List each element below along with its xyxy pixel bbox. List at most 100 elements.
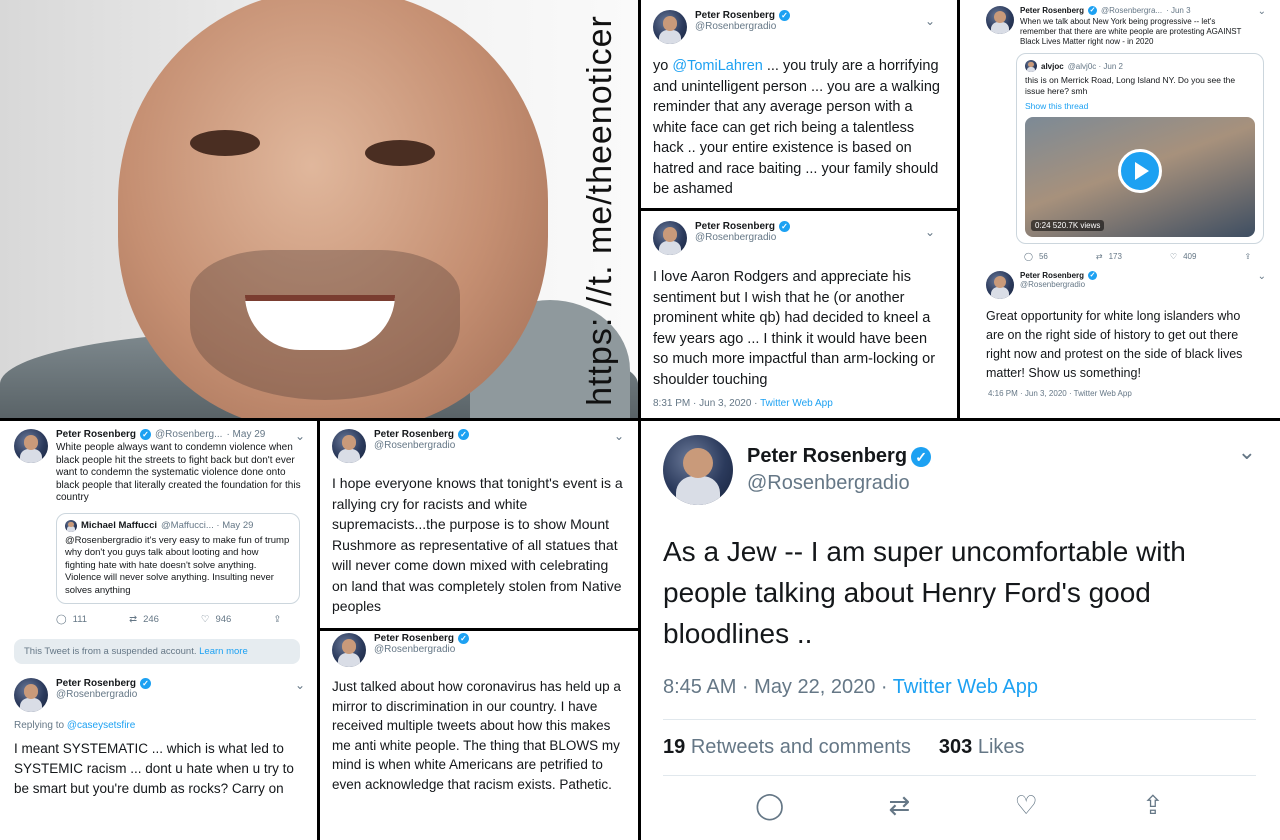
chevron-down-icon[interactable]: ⌄ bbox=[295, 429, 305, 443]
verified-icon: ✓ bbox=[458, 633, 470, 644]
likes-stat[interactable]: 303 Likes bbox=[939, 736, 1025, 759]
quote-handle[interactable]: @Maffucci... · May 29 bbox=[161, 520, 253, 531]
author-handle[interactable]: @Rosenbergradio bbox=[747, 472, 931, 495]
share-icon: ⇪ bbox=[1142, 790, 1164, 820]
chevron-down-icon[interactable]: ⌄ bbox=[925, 225, 935, 239]
tweet-text: Just talked about how coronavirus has he… bbox=[332, 679, 621, 792]
retweet-count: 173 bbox=[1108, 252, 1122, 261]
play-icon[interactable] bbox=[1118, 149, 1162, 193]
author-handle[interactable]: @Rosenbergradio bbox=[695, 21, 790, 32]
tweet-text: As a Jew -- I am super uncomfortable wit… bbox=[663, 536, 1186, 649]
tweet-source-link[interactable]: Twitter Web App bbox=[760, 398, 833, 409]
retweet-icon: ⇄ bbox=[888, 790, 911, 820]
share-button[interactable]: ⇪ bbox=[1142, 790, 1164, 821]
reply-handle-link[interactable]: @caseysetsfire bbox=[67, 720, 136, 731]
author-handle[interactable]: @Rosenbergradio bbox=[374, 644, 469, 655]
quote-avatar bbox=[65, 519, 77, 532]
retweets-label: Retweets and comments bbox=[690, 736, 911, 758]
author-name[interactable]: Peter Rosenberg bbox=[374, 633, 454, 644]
tweet-coronavirus[interactable]: Peter Rosenberg ✓ @Rosenbergradio Just ta… bbox=[320, 631, 638, 840]
retweet-icon: ⇄ bbox=[1095, 252, 1103, 261]
reply-count: 111 bbox=[72, 614, 88, 625]
avatar[interactable] bbox=[14, 678, 48, 712]
mention-link[interactable]: @TomiLahren bbox=[672, 58, 762, 74]
avatar[interactable] bbox=[14, 429, 48, 463]
tweet-tomi[interactable]: Peter Rosenberg ✓ @Rosenbergradio ⌄ yo @T… bbox=[641, 0, 957, 208]
quoted-tweet[interactable]: Michael Maffucci @Maffucci... · May 29 @… bbox=[56, 512, 300, 604]
quote-author[interactable]: alvjoc bbox=[1041, 62, 1064, 71]
tweet-time[interactable]: 4:16 PM · Jun 3, 2020 · Twitter Web App bbox=[988, 389, 1270, 398]
author-name[interactable]: Peter Rosenberg bbox=[695, 10, 775, 21]
share-button[interactable]: ⇪ bbox=[1244, 252, 1251, 261]
learn-more-link[interactable]: Learn more bbox=[199, 646, 248, 657]
retweets-stat[interactable]: 19 Retweets and comments bbox=[663, 736, 911, 759]
tweet-rodgers[interactable]: Peter Rosenberg ✓ @Rosenbergradio ⌄ I lov… bbox=[641, 211, 957, 418]
chevron-down-icon[interactable]: ⌄ bbox=[925, 14, 935, 28]
author-name[interactable]: Peter Rosenberg bbox=[695, 221, 775, 232]
like-button[interactable]: ♡ bbox=[1014, 790, 1037, 821]
retweet-button[interactable]: ⇄ 173 bbox=[1096, 252, 1122, 261]
tweet-text: White people always want to condemn viol… bbox=[56, 442, 301, 503]
verified-icon: ✓ bbox=[1088, 6, 1098, 15]
quote-author[interactable]: Michael Maffucci bbox=[81, 520, 157, 531]
video-player[interactable]: 0:24 520.7K views bbox=[1025, 117, 1255, 237]
tweet-rushmore[interactable]: Peter Rosenberg ✓ @Rosenbergradio ⌄ I hop… bbox=[320, 421, 638, 628]
retweet-button[interactable]: ⇄ 246 bbox=[129, 614, 159, 625]
author-name[interactable]: Peter Rosenberg bbox=[747, 445, 907, 468]
retweet-button[interactable]: ⇄ bbox=[888, 790, 910, 821]
reply-button[interactable]: ◯ 56 bbox=[1024, 252, 1048, 261]
avatar[interactable] bbox=[986, 6, 1014, 34]
chevron-down-icon[interactable]: ⌄ bbox=[1238, 439, 1256, 465]
author-name[interactable]: Peter Rosenberg bbox=[56, 429, 136, 440]
share-icon: ⇪ bbox=[1244, 252, 1252, 261]
quoted-tweet[interactable]: alvjoc @alvj0c · Jun 2 this is on Merric… bbox=[1016, 53, 1264, 244]
author-name[interactable]: Peter Rosenberg bbox=[374, 429, 454, 440]
chevron-down-icon[interactable]: ⌄ bbox=[295, 678, 305, 692]
reply-button[interactable]: ◯ 111 bbox=[56, 614, 87, 625]
author-handle[interactable]: @Rosenbergradio bbox=[374, 440, 469, 451]
avatar[interactable] bbox=[332, 633, 366, 667]
replying-to-label: Replying to bbox=[14, 720, 65, 731]
author-handle[interactable]: @Rosenbergra... bbox=[1101, 6, 1162, 15]
show-thread-link[interactable]: Show this thread bbox=[1025, 101, 1255, 111]
share-button[interactable]: ⇪ bbox=[273, 614, 281, 625]
avatar[interactable] bbox=[653, 221, 687, 255]
tweet-text: I meant SYSTEMATIC ... which is what led… bbox=[14, 741, 294, 796]
author-handle[interactable]: @Rosenberg... bbox=[155, 429, 222, 440]
replying-to: Replying to @caseysetsfire bbox=[14, 720, 307, 731]
tweet-time[interactable]: 8:45 AM · May 22, 2020 · bbox=[663, 676, 888, 698]
reply-button[interactable]: ◯ bbox=[755, 790, 784, 821]
like-button[interactable]: ♡ 409 bbox=[1170, 252, 1197, 261]
quote-handle[interactable]: @alvj0c · Jun 2 bbox=[1068, 62, 1123, 71]
author-handle[interactable]: @Rosenbergradio bbox=[1020, 280, 1097, 289]
like-icon: ♡ bbox=[1014, 790, 1038, 820]
tweet-time[interactable]: 8:31 PM · Jun 3, 2020 · bbox=[653, 398, 758, 409]
chevron-down-icon[interactable]: ⌄ bbox=[614, 429, 624, 443]
right-eye bbox=[365, 140, 435, 166]
tweet-source-link[interactable]: Twitter Web App bbox=[893, 676, 1038, 698]
author-name[interactable]: Peter Rosenberg bbox=[56, 678, 136, 689]
tweet-date[interactable]: · Jun 3 bbox=[1166, 6, 1190, 15]
author-handle[interactable]: @Rosenbergradio bbox=[695, 232, 790, 243]
tweet-date[interactable]: · May 29 bbox=[226, 429, 265, 440]
retweet-icon: ⇄ bbox=[129, 614, 138, 625]
tweet-longisland[interactable]: Peter Rosenberg ✓ @Rosenbergra... · Jun 3 W… bbox=[960, 0, 1280, 418]
author-handle[interactable]: @Rosenbergradio bbox=[56, 689, 151, 700]
chevron-down-icon[interactable]: ⌄ bbox=[1258, 271, 1266, 282]
author-name[interactable]: Peter Rosenberg bbox=[1020, 271, 1084, 280]
avatar[interactable] bbox=[663, 435, 733, 505]
watermark: https: //t. me/theenoticer bbox=[570, 10, 630, 410]
share-icon: ⇪ bbox=[273, 614, 282, 625]
tweet-ford[interactable]: Peter Rosenberg ✓ @Rosenbergradio ⌄ As a … bbox=[641, 421, 1280, 840]
author-name[interactable]: Peter Rosenberg bbox=[1020, 6, 1084, 15]
tweet-text: yo @TomiLahren ... you truly are a horri… bbox=[653, 56, 945, 200]
avatar[interactable] bbox=[986, 271, 1014, 299]
avatar[interactable] bbox=[653, 10, 687, 44]
tweet-prefix: yo bbox=[653, 58, 669, 74]
reply-icon: ◯ bbox=[1024, 252, 1033, 261]
like-button[interactable]: ♡ 946 bbox=[201, 614, 231, 625]
chevron-down-icon[interactable]: ⌄ bbox=[1258, 6, 1266, 17]
avatar[interactable] bbox=[332, 429, 366, 463]
tweet-condemn[interactable]: Peter Rosenberg ✓ @Rosenberg... · May 29 Wh… bbox=[0, 421, 317, 840]
like-count: 946 bbox=[215, 614, 232, 625]
